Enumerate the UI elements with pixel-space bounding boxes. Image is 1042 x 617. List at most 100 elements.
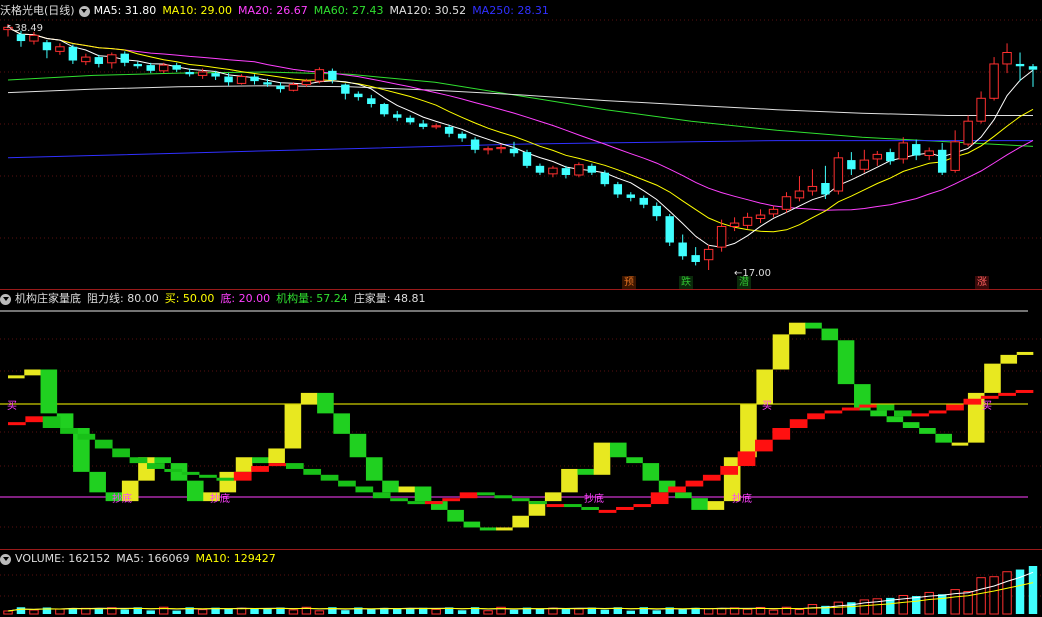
dealer-volume-block: [511, 498, 530, 502]
dealer-volume-block: [459, 492, 478, 499]
dealer-volume-block: [251, 466, 269, 472]
institution-volume-block: [788, 322, 806, 335]
candle-body: [561, 168, 571, 175]
institution-volume-block: [740, 404, 757, 458]
candle-body: [367, 98, 376, 105]
candle-body: [211, 73, 220, 77]
dealer-volume-block: [25, 416, 44, 423]
candle-body: [42, 42, 52, 51]
dealer-volume-block: [789, 419, 808, 428]
volume-bar: [600, 609, 610, 614]
candle-body: [535, 165, 545, 173]
volume-bar: [16, 607, 26, 614]
dealer-volume-block: [928, 410, 947, 414]
dealer-volume-block: [42, 416, 61, 428]
institution-volume-block: [284, 404, 302, 449]
candle-body: [393, 114, 402, 118]
candle-body: [613, 184, 623, 195]
volume-bar: [197, 609, 208, 615]
candle-body: [665, 216, 674, 243]
institution-volume-block: [919, 428, 936, 434]
dealer-volume-block: [390, 498, 408, 502]
institution-volume-block: [252, 457, 269, 464]
dealer-volume-block: [894, 410, 912, 417]
volume-bar: [120, 609, 129, 614]
candle-body: [600, 172, 610, 185]
institution-volume-block: [691, 498, 708, 510]
institution-volume-block: [496, 527, 513, 531]
candle-body: [924, 150, 934, 157]
candle-body: [301, 80, 312, 86]
volume-ma10-value: MA10: 129427: [195, 552, 276, 565]
dealer-volume-block: [772, 428, 791, 440]
volume-bar: [314, 610, 325, 615]
dealer-volume-block: [164, 468, 183, 472]
candle-body: [172, 65, 181, 70]
volume-header: VOLUME: 162152 MA5: 166069 MA10: 129427: [0, 551, 282, 567]
dealer-volume-block: [668, 486, 686, 493]
candle-body: [1015, 63, 1025, 67]
candle-body: [236, 76, 247, 84]
volume-bar: [535, 608, 545, 614]
bottom-value: 底: 20.00: [220, 292, 271, 305]
candle-body: [133, 63, 142, 67]
institution-volume-block: [1000, 354, 1018, 364]
volume-bar: [29, 609, 39, 615]
volume-bar: [509, 609, 519, 614]
candle-body: [314, 69, 325, 82]
volume-bar: [457, 610, 467, 614]
dealer-volume-block: [581, 506, 600, 510]
stock-chart-window[interactable]: 沃格光电 (日线) MA5: 31.80 MA10: 29.00 MA20: 2…: [0, 0, 1042, 617]
dropdown-icon[interactable]: [0, 553, 11, 565]
resistance-value: 阻力线: 80.00: [87, 292, 159, 305]
candle-body: [691, 255, 700, 262]
candle-body: [509, 148, 519, 154]
high-price-value: 38.49: [14, 23, 44, 34]
dealer-volume-block: [998, 392, 1016, 396]
candle-body: [197, 71, 208, 76]
institution-volume-block: [951, 442, 969, 446]
candle-body: [107, 54, 117, 64]
dealer-volume-block: [424, 501, 443, 505]
institution-volume-block: [821, 328, 839, 341]
volume-bar: [626, 610, 636, 614]
signal-qian: 潜: [737, 276, 751, 289]
volume-bar: [393, 608, 402, 614]
candle-body: [496, 147, 506, 150]
dealer-volume-block: [720, 466, 739, 475]
dealer-volume-block: [755, 439, 773, 452]
candle-body: [781, 196, 792, 210]
institution-volume-block: [479, 527, 497, 531]
candle-body: [158, 64, 169, 72]
candle-body: [937, 149, 947, 173]
institution-volume-block: [24, 369, 41, 376]
institution-volume-block: [186, 480, 204, 502]
institution-volume-block: [902, 422, 920, 428]
institution-volume-block: [642, 463, 660, 481]
institution-volume-block: [89, 471, 106, 493]
candle-body: [794, 190, 805, 199]
candle-body: [120, 53, 129, 63]
dealer-volume-block: [372, 492, 391, 499]
institution-volume-block: [235, 457, 253, 472]
candle-body: [912, 144, 921, 156]
indicator-title[interactable]: 机构庄家量底: [15, 291, 81, 307]
institution-volume-block: [886, 416, 904, 423]
candle-body: [898, 142, 908, 160]
dealer-volume-block: [841, 407, 860, 411]
dealer-volume-block: [477, 492, 495, 496]
volume-bar: [55, 608, 65, 615]
chart-canvas[interactable]: [0, 0, 1042, 617]
candle-body: [755, 214, 766, 219]
candle-body: [548, 167, 558, 175]
dealer-volume-block: [980, 395, 999, 399]
dropdown-icon[interactable]: [0, 293, 11, 305]
institution-volume-block: [414, 486, 432, 502]
candle-body: [821, 183, 830, 195]
candle-body: [444, 126, 454, 134]
dealer-volume-block: [685, 480, 704, 487]
dealer-volume-block: [77, 433, 96, 440]
volume-bar: [341, 610, 350, 614]
dealer-volume-block: [963, 398, 982, 405]
volume-bar: [483, 610, 493, 615]
